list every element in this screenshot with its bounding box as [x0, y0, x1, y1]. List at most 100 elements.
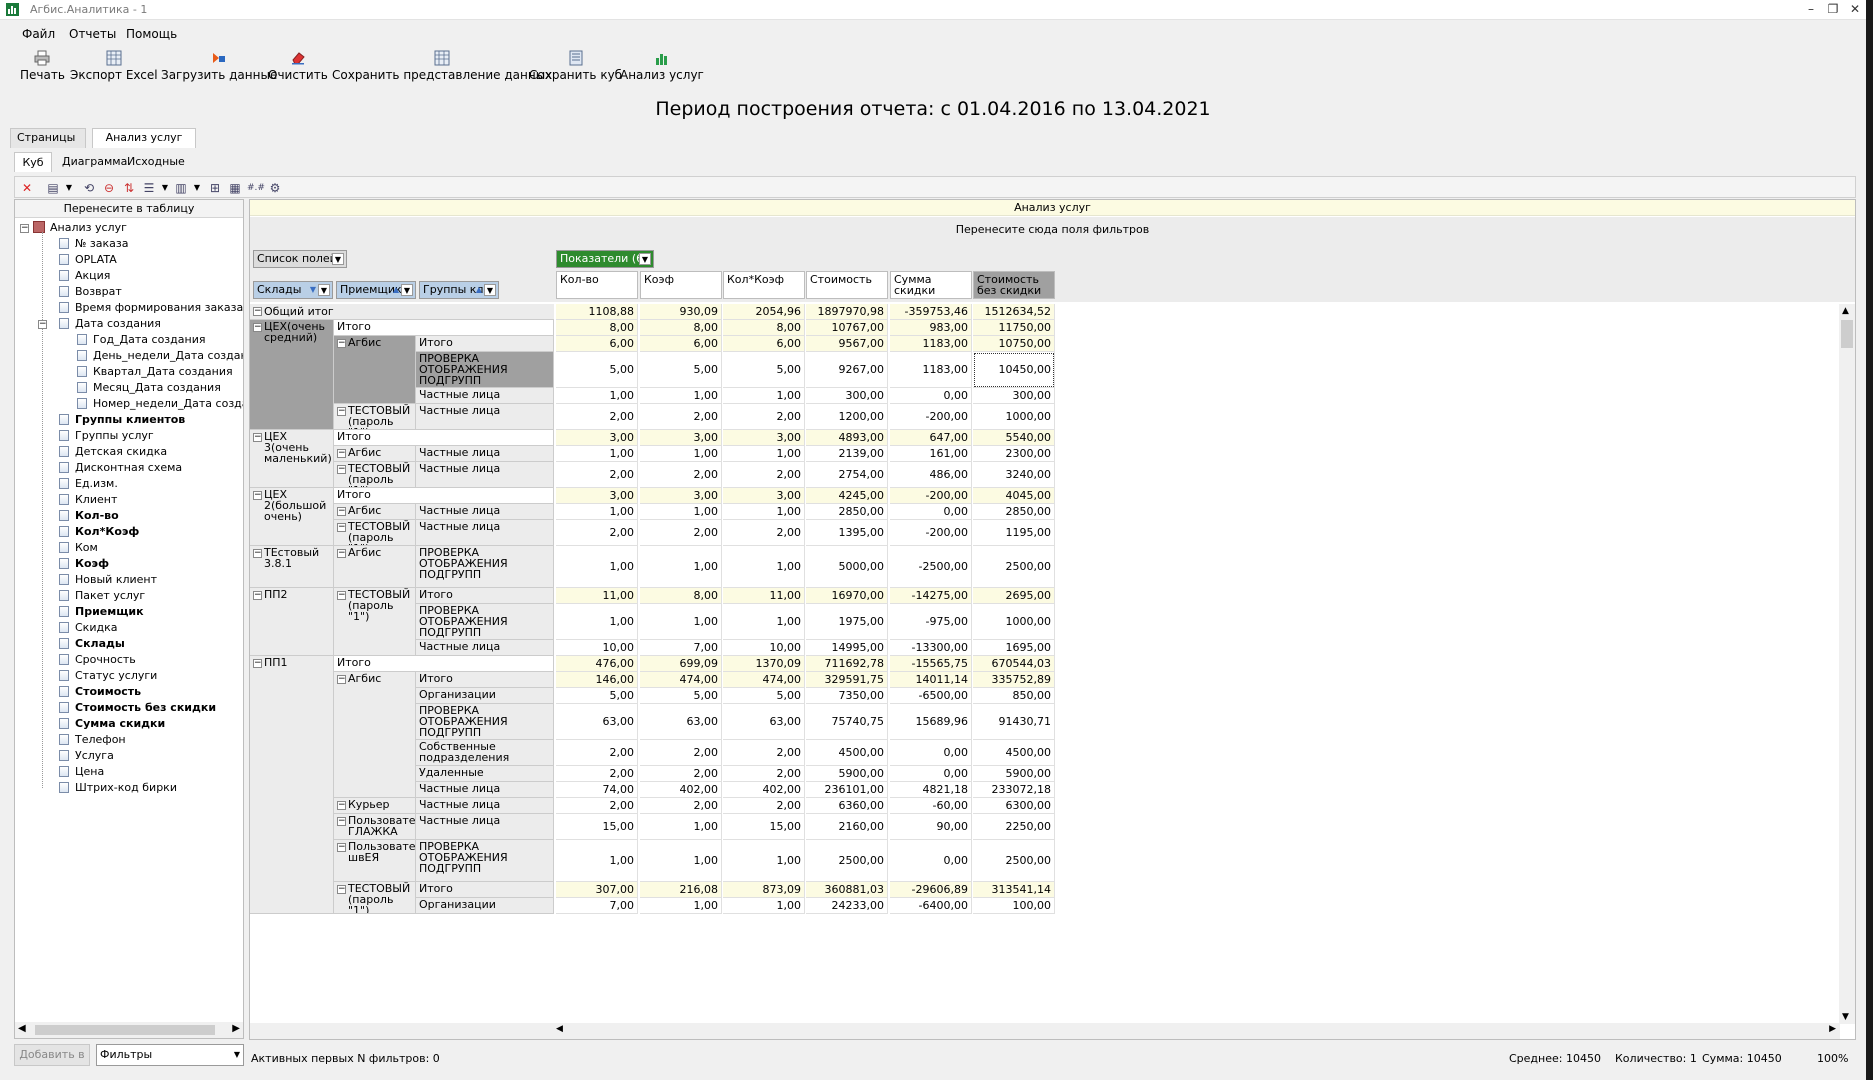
- add-to-button[interactable]: Добавить в: [14, 1044, 90, 1066]
- tree-field-item[interactable]: Склады: [59, 636, 125, 652]
- client-group-cell[interactable]: ПРОВЕРКА ОТОБРАЖЕНИЯ ПОДГРУПП: [416, 546, 554, 588]
- collapse-toggle-icon[interactable]: −: [20, 224, 29, 233]
- value-cell[interactable]: 1,00: [723, 446, 805, 462]
- tree-root[interactable]: Анализ услуг: [33, 220, 127, 236]
- value-cell[interactable]: 14995,00: [806, 640, 888, 656]
- value-cell[interactable]: 10767,00: [806, 320, 888, 336]
- grand-total-cell[interactable]: 1512634,52: [973, 304, 1055, 320]
- tree-field-item[interactable]: Кол*Коэф: [59, 524, 139, 540]
- receiver-cell[interactable]: ТЕСТОВЫЙ (пароль "1"): [334, 520, 416, 546]
- sort-icon[interactable]: ⇅: [121, 180, 137, 196]
- client-group-cell[interactable]: Организации: [416, 688, 554, 704]
- value-cell[interactable]: 2139,00: [806, 446, 888, 462]
- value-cell[interactable]: 63,00: [723, 704, 805, 740]
- value-cell[interactable]: 4500,00: [806, 740, 888, 766]
- collapse-toggle-icon[interactable]: −: [337, 507, 346, 516]
- tree-field-item[interactable]: Срочность: [59, 652, 136, 668]
- receiver-cell[interactable]: Пользователь швЕЯ: [334, 840, 416, 882]
- scroll-thumb[interactable]: [1841, 320, 1853, 348]
- value-cell[interactable]: 2,00: [556, 462, 638, 488]
- value-cell[interactable]: 1183,00: [890, 336, 972, 352]
- value-cell[interactable]: 3,00: [723, 488, 805, 504]
- value-cell[interactable]: 1,00: [556, 446, 638, 462]
- tree-field-item[interactable]: Детская скидка: [59, 444, 167, 460]
- value-cell[interactable]: 0,00: [890, 740, 972, 766]
- value-cell[interactable]: 15689,96: [890, 704, 972, 740]
- value-cell[interactable]: 100,00: [973, 898, 1055, 914]
- value-cell[interactable]: 0,00: [890, 840, 972, 882]
- value-cell[interactable]: 360881,03: [806, 882, 888, 898]
- receiver-cell[interactable]: Итого: [334, 656, 554, 672]
- field-list-button[interactable]: Список полей ▼: [253, 250, 347, 268]
- value-cell[interactable]: 3240,00: [973, 462, 1055, 488]
- tree-field-item[interactable]: Пакет услуг: [59, 588, 145, 604]
- tree-field-item[interactable]: Дисконтная схема: [59, 460, 182, 476]
- tree-field-item[interactable]: Месяц_Дата создания: [77, 380, 221, 396]
- service-analysis-button[interactable]: Анализ услуг: [620, 50, 704, 82]
- collapse-toggle-icon[interactable]: −: [337, 675, 346, 684]
- value-cell[interactable]: 1000,00: [973, 604, 1055, 640]
- warehouse-cell[interactable]: ЦЕХ 2(большой очень): [250, 488, 334, 546]
- tree-field-item[interactable]: № заказа: [59, 236, 129, 252]
- collapse-toggle-icon[interactable]: −: [337, 549, 346, 558]
- tree-field-item[interactable]: Группы услуг: [59, 428, 154, 444]
- value-cell[interactable]: -14275,00: [890, 588, 972, 604]
- value-cell[interactable]: 3,00: [640, 488, 722, 504]
- value-cell[interactable]: 91430,71: [973, 704, 1055, 740]
- value-cell[interactable]: 2,00: [723, 740, 805, 766]
- collapse-toggle-icon[interactable]: −: [337, 885, 346, 894]
- receiver-cell[interactable]: ТЕСТОВЫЙ (пароль "1"): [334, 404, 416, 430]
- value-cell[interactable]: 3,00: [556, 430, 638, 446]
- column-header[interactable]: Коэф: [640, 271, 722, 299]
- value-cell[interactable]: 9567,00: [806, 336, 888, 352]
- value-cell[interactable]: 3,00: [640, 430, 722, 446]
- collapse-toggle-icon[interactable]: −: [337, 523, 346, 532]
- value-cell[interactable]: 2,00: [723, 798, 805, 814]
- value-cell[interactable]: 1,00: [640, 388, 722, 404]
- value-cell[interactable]: -29606,89: [890, 882, 972, 898]
- client-group-cell[interactable]: Частные лица: [416, 520, 554, 546]
- chevron-left-icon[interactable]: ◀: [18, 1023, 26, 1034]
- collapse-toggle-icon[interactable]: −: [253, 307, 262, 316]
- value-cell[interactable]: 2,00: [640, 462, 722, 488]
- receiver-cell[interactable]: Итого: [334, 320, 554, 336]
- value-cell[interactable]: 5000,00: [806, 546, 888, 588]
- value-cell[interactable]: 2,00: [640, 740, 722, 766]
- value-cell[interactable]: 233072,18: [973, 782, 1055, 798]
- client-group-cell[interactable]: Итого: [416, 672, 554, 688]
- row-field-button[interactable]: Группы кл... ▲ ▼: [419, 281, 499, 299]
- value-cell[interactable]: 0,00: [890, 388, 972, 404]
- tree-field-item[interactable]: Телефон: [59, 732, 126, 748]
- value-cell[interactable]: 161,00: [890, 446, 972, 462]
- value-cell[interactable]: 2,00: [723, 404, 805, 430]
- value-cell[interactable]: 1,00: [640, 814, 722, 840]
- value-cell[interactable]: 63,00: [556, 704, 638, 740]
- value-cell[interactable]: 2,00: [723, 520, 805, 546]
- tree-field-item[interactable]: Кол-во: [59, 508, 119, 524]
- value-cell[interactable]: 1,00: [640, 898, 722, 914]
- value-cell[interactable]: 2,00: [640, 520, 722, 546]
- collapse-toggle-icon[interactable]: −: [253, 323, 262, 332]
- value-cell[interactable]: 0,00: [890, 504, 972, 520]
- value-cell[interactable]: -60,00: [890, 798, 972, 814]
- value-cell[interactable]: 1395,00: [806, 520, 888, 546]
- value-cell[interactable]: 6300,00: [973, 798, 1055, 814]
- collapse-toggle-icon[interactable]: −: [337, 465, 346, 474]
- value-cell[interactable]: 1,00: [640, 446, 722, 462]
- receiver-cell[interactable]: Агбис: [334, 546, 416, 588]
- value-cell[interactable]: 1,00: [640, 604, 722, 640]
- value-cell[interactable]: -975,00: [890, 604, 972, 640]
- load-data-button[interactable]: Загрузить данные: [161, 50, 277, 82]
- value-cell[interactable]: 699,09: [640, 656, 722, 672]
- menu-file[interactable]: Файл: [22, 27, 55, 41]
- collapse-toggle-icon[interactable]: −: [253, 591, 262, 600]
- collapse-toggle-icon[interactable]: −: [337, 843, 346, 852]
- value-cell[interactable]: 10450,00: [973, 352, 1055, 388]
- value-cell[interactable]: 1000,00: [973, 404, 1055, 430]
- value-cell[interactable]: 1,00: [640, 546, 722, 588]
- value-cell[interactable]: 6,00: [723, 336, 805, 352]
- collapse-toggle-icon[interactable]: −: [337, 449, 346, 458]
- receiver-cell[interactable]: Агбис: [334, 336, 416, 404]
- vertical-scrollbar[interactable]: ▲ ▼: [1839, 304, 1855, 1024]
- collapse-toggle-icon[interactable]: −: [253, 549, 262, 558]
